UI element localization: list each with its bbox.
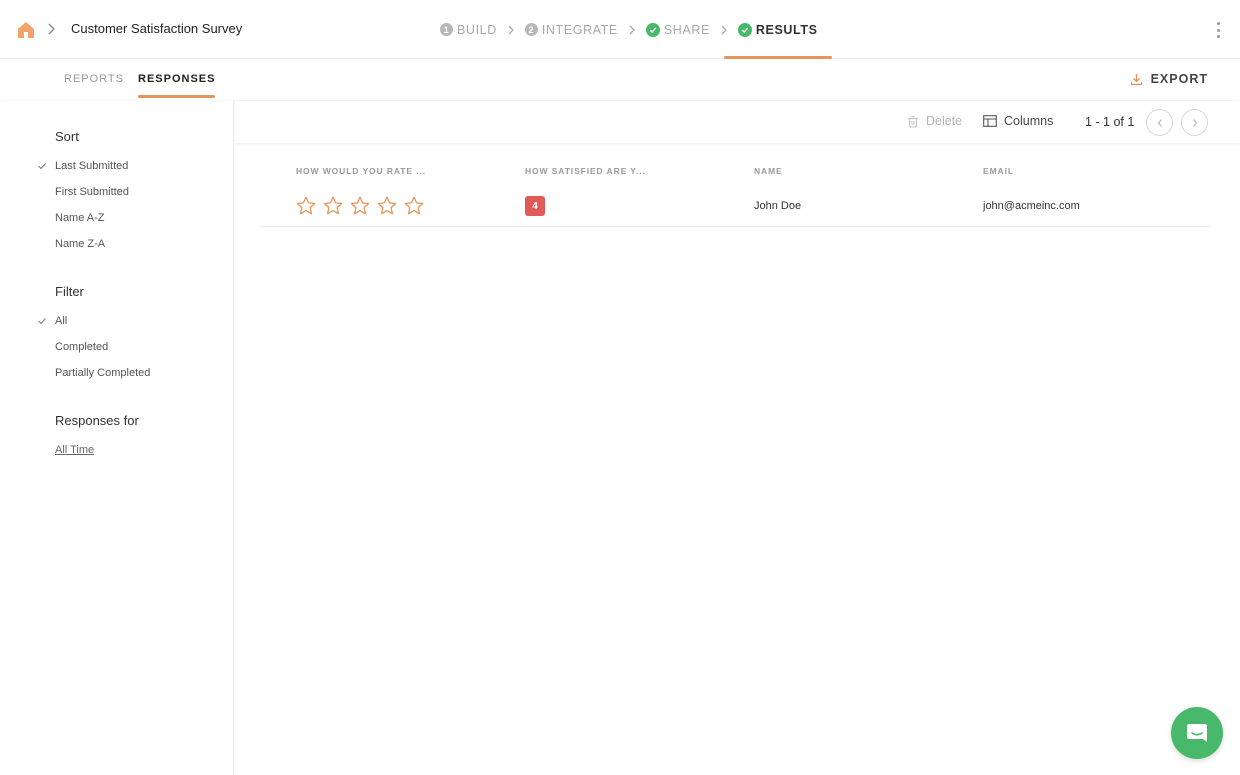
download-icon <box>1130 73 1142 85</box>
filter-option-partially-completed[interactable]: Partially Completed <box>55 367 150 379</box>
step-build[interactable]: 1 BUILD <box>440 0 497 59</box>
chat-support-button[interactable] <box>1171 707 1223 759</box>
tab-responses[interactable]: RESPONSES <box>138 73 216 98</box>
step-label: BUILD <box>457 22 497 37</box>
delete-button[interactable]: Delete <box>907 114 962 128</box>
export-button[interactable]: EXPORT <box>1130 72 1208 86</box>
workflow-steps: 1 BUILD 2 INTEGRATE SHARE RESULTS <box>440 0 832 59</box>
pagination-text: 1 - 1 of 1 <box>1085 115 1135 129</box>
sub-navigation: REPORTS RESPONSES EXPORT <box>0 60 1240 100</box>
results-toolbar: Delete Columns 1 - 1 of 1 <box>235 101 1240 143</box>
checkmark-icon <box>38 163 46 170</box>
responses-table: HOW WOULD YOU RATE ... HOW SATISFIED ARE… <box>235 143 1240 775</box>
name-cell: John Doe <box>754 200 802 212</box>
check-circle-icon <box>645 22 660 37</box>
star-icon <box>404 196 424 215</box>
chevron-right-icon <box>1192 118 1197 127</box>
chevron-right-icon <box>46 22 56 36</box>
next-page-button[interactable] <box>1181 109 1208 136</box>
columns-label: Columns <box>1004 114 1054 128</box>
sort-option-last-submitted[interactable]: Last Submitted <box>55 160 128 172</box>
satisfaction-score-badge: 4 <box>525 196 545 216</box>
chat-icon <box>1187 724 1207 742</box>
step-number-badge: 2 <box>524 23 538 36</box>
star-rating <box>295 195 425 217</box>
sort-option-name-z-a[interactable]: Name Z-A <box>55 238 105 250</box>
column-header-name[interactable]: NAME <box>754 166 783 176</box>
date-range-link[interactable]: All Time <box>55 444 94 456</box>
columns-icon <box>983 115 997 127</box>
export-label: EXPORT <box>1150 72 1208 86</box>
sort-option-first-submitted[interactable]: First Submitted <box>55 186 129 198</box>
sort-heading: Sort <box>55 129 79 144</box>
column-header-email[interactable]: EMAIL <box>983 166 1014 176</box>
delete-label: Delete <box>926 114 963 128</box>
chevron-right-icon <box>710 24 738 36</box>
column-header-rating[interactable]: HOW WOULD YOU RATE ... <box>296 166 426 176</box>
step-results[interactable]: RESULTS <box>723 0 832 59</box>
table-row[interactable]: 4 John Doe john@acmeinc.com <box>260 183 1211 227</box>
star-icon <box>350 196 370 215</box>
sidebar: Sort Last Submitted First Submitted Name… <box>0 101 234 775</box>
check-circle-icon <box>737 22 752 37</box>
star-icon <box>296 196 316 215</box>
step-label: INTEGRATE <box>541 22 618 37</box>
trash-icon <box>908 115 918 128</box>
columns-button[interactable]: Columns <box>983 114 1053 128</box>
filter-option-all[interactable]: All <box>55 315 67 327</box>
filter-option-completed[interactable]: Completed <box>55 341 108 353</box>
sort-option-name-a-z[interactable]: Name A-Z <box>55 212 105 224</box>
filter-heading: Filter <box>55 284 84 299</box>
previous-page-button[interactable] <box>1146 109 1173 136</box>
email-cell: john@acmeinc.com <box>983 200 1080 212</box>
more-options-icon[interactable] <box>1214 22 1222 38</box>
responses-for-heading: Responses for <box>55 413 139 428</box>
chevron-right-icon <box>618 24 646 36</box>
top-bar: Customer Satisfaction Survey 1 BUILD 2 I… <box>0 0 1240 59</box>
star-icon <box>377 196 397 215</box>
step-number-badge: 1 <box>440 23 453 36</box>
star-icon <box>323 196 343 215</box>
chevron-right-icon <box>497 24 525 36</box>
step-share[interactable]: SHARE <box>645 0 710 59</box>
column-header-satisfaction[interactable]: HOW SATISFIED ARE Y... <box>525 166 646 176</box>
chevron-left-icon <box>1157 118 1162 127</box>
survey-title[interactable]: Customer Satisfaction Survey <box>71 21 242 36</box>
step-label: RESULTS <box>755 22 818 37</box>
step-label: SHARE <box>663 22 710 37</box>
tab-reports[interactable]: REPORTS <box>64 73 124 85</box>
checkmark-icon <box>38 318 46 325</box>
home-icon[interactable] <box>16 20 36 40</box>
step-integrate[interactable]: 2 INTEGRATE <box>524 0 618 59</box>
